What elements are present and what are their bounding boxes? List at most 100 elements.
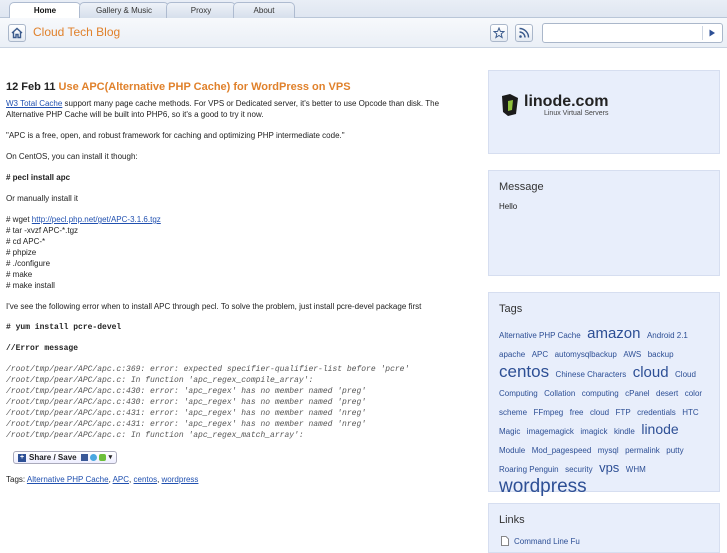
header-bar: Cloud Tech Blog (0, 18, 727, 48)
tag-cloud-item[interactable]: FTP (616, 408, 631, 417)
ad-brand: linode.com (524, 93, 609, 110)
tag-cloud-item[interactable]: centos (499, 362, 549, 381)
command-line: # make install (6, 281, 55, 290)
error-line: /root/tmp/pear/APC/apc.c:369: error: exp… (6, 365, 410, 374)
rss-button[interactable] (515, 24, 533, 42)
linode-logo: linode.com Linux Virtual Servers (499, 93, 608, 117)
command-line: # make (6, 270, 33, 279)
tags-label: Tags: (6, 475, 26, 484)
bookmark-button[interactable] (490, 24, 508, 42)
tag-cloud-item[interactable]: cPanel (625, 389, 649, 398)
tag-cloud-item[interactable]: imagemagick (527, 427, 574, 436)
post-heading: 12 Feb 11 Use APC(Alternative PHP Cache) … (6, 80, 474, 94)
tag-link[interactable]: Alternative PHP Cache (27, 475, 109, 484)
tag-cloud-item[interactable]: desert (656, 389, 678, 398)
tab-gallery-music[interactable]: Gallery & Music (79, 2, 169, 18)
star-icon (493, 27, 505, 39)
search-box (542, 23, 723, 43)
linode-logo-icon (502, 94, 518, 116)
w3-total-cache-link[interactable]: W3 Total Cache (6, 99, 62, 108)
tag-cloud-item[interactable]: cloud (633, 364, 669, 381)
search-input[interactable] (545, 26, 695, 40)
manual-commands: # wget http://pecl.php.net/get/APC-3.1.6… (6, 214, 474, 291)
error-header: //Error message (6, 344, 79, 353)
post-title-link[interactable]: Use APC(Alternative PHP Cache) for WordP… (59, 81, 351, 93)
error-line: /root/tmp/pear/APC/apc.c:430: error: 'ap… (6, 387, 367, 396)
tag-cloud-item[interactable]: kindle (614, 427, 635, 436)
tag-cloud-item[interactable]: Roaring Penguin (499, 465, 559, 474)
tag-cloud-item[interactable]: imagick (580, 427, 607, 436)
tag-cloud-item[interactable]: cloud (590, 408, 609, 417)
post-date: 12 Feb 11 (6, 81, 56, 93)
home-icon (11, 27, 23, 39)
share-service-icon (98, 454, 106, 461)
tag-link[interactable]: centos (134, 475, 158, 484)
tag-link[interactable]: APC (113, 475, 129, 484)
ad-tagline: Linux Virtual Servers (543, 110, 609, 117)
tag-cloud-item[interactable]: wordpress (499, 476, 587, 497)
error-line: /root/tmp/pear/APC/apc.c: In function 'a… (6, 376, 314, 385)
tag-cloud-item[interactable]: Mod_pagespeed (532, 446, 592, 455)
chevron-down-icon: ▾ (108, 454, 113, 461)
tab-about[interactable]: About (233, 2, 295, 18)
apc-download-link[interactable]: http://pecl.php.net/get/APC-3.1.6.tgz (32, 215, 161, 224)
facebook-icon (80, 454, 88, 461)
tag-cloud-item[interactable]: Collation (544, 389, 575, 398)
tag-cloud-item[interactable]: FFmpeg (533, 408, 563, 417)
tag-cloud-item[interactable]: Magic (499, 427, 520, 436)
tag-cloud-item[interactable]: free (570, 408, 584, 417)
links-widget: Links Command Line Fu (488, 503, 720, 553)
message-widget: Message Hello (488, 170, 720, 276)
plus-icon: + (18, 453, 26, 462)
tag-cloud-item[interactable]: permalink (625, 446, 660, 455)
play-arrow-icon (709, 29, 715, 37)
tag-cloud-item[interactable]: Alternative PHP Cache (499, 331, 581, 340)
tag-cloud-item[interactable]: backup (648, 350, 674, 359)
command-line: # ./configure (6, 259, 51, 268)
error-line: /root/tmp/pear/APC/apc.c:431: error: 'ap… (6, 409, 367, 418)
tag-cloud-item[interactable]: computing (582, 389, 619, 398)
rss-icon (519, 27, 530, 38)
yum-command: # yum install pcre-devel (6, 323, 122, 332)
share-save-button[interactable]: + Share / Save ▾ (13, 451, 118, 464)
post-intro: W3 Total Cache support many page cache m… (6, 98, 474, 120)
linode-ad[interactable]: linode.com Linux Virtual Servers (488, 70, 720, 154)
links-title: Links (499, 514, 525, 526)
tag-cloud-item[interactable]: linode (641, 421, 678, 437)
tab-home[interactable]: Home (9, 2, 81, 18)
error-line: /root/tmp/pear/APC/apc.c:430: error: 'ap… (6, 398, 367, 407)
tag-cloud-item[interactable]: AWS (623, 350, 641, 359)
tag-cloud-item[interactable]: putty (666, 446, 683, 455)
link-label: Command Line Fu (514, 536, 580, 546)
centos-text: On CentOS, you can install it though: (6, 152, 138, 161)
tab-proxy[interactable]: Proxy (166, 2, 236, 18)
error-line: /root/tmp/pear/APC/apc.c: In function 'a… (6, 431, 304, 440)
tag-cloud-item[interactable]: automysqlbackup (555, 350, 617, 359)
tag-cloud-item[interactable]: WHM (626, 465, 646, 474)
tag-cloud-item[interactable]: credentials (637, 408, 676, 417)
command-line: # phpize (6, 248, 37, 257)
apc-quote: "APC is a free, open, and robust framewo… (6, 131, 345, 140)
tag-cloud-item[interactable]: Android 2.1 (647, 331, 688, 340)
tag-cloud: Alternative PHP Cache amazon Android 2.1… (499, 325, 711, 496)
blog-title[interactable]: Cloud Tech Blog (33, 25, 120, 39)
tag-link[interactable]: wordpress (162, 475, 199, 484)
search-submit-button[interactable] (702, 26, 720, 40)
tag-cloud-item[interactable]: vps (599, 460, 619, 475)
tag-cloud-item[interactable]: mysql (598, 446, 619, 455)
tag-cloud-item[interactable]: Module (499, 446, 525, 455)
command-line: # cd APC-* (6, 237, 46, 246)
tag-cloud-item[interactable]: APC (532, 350, 548, 359)
tag-cloud-item[interactable]: security (565, 465, 593, 474)
tag-cloud-item[interactable]: HTC (682, 408, 698, 417)
home-button[interactable] (8, 24, 26, 42)
error-line: /root/tmp/pear/APC/apc.c:431: error: 'ap… (6, 420, 367, 429)
message-title: Message (499, 181, 544, 193)
tag-cloud-item[interactable]: Chinese Characters (556, 370, 627, 379)
error-intro-text: I've see the following error when to ins… (6, 302, 422, 311)
tab-bar: Home Gallery & Music Proxy About (0, 0, 727, 18)
intro-text-2: Alternative PHP Cache will be built into… (6, 110, 264, 119)
manual-install-text: Or manually install it (6, 194, 79, 203)
tag-cloud-item[interactable]: amazon (587, 325, 640, 342)
tag-cloud-item[interactable]: apache (499, 350, 525, 359)
